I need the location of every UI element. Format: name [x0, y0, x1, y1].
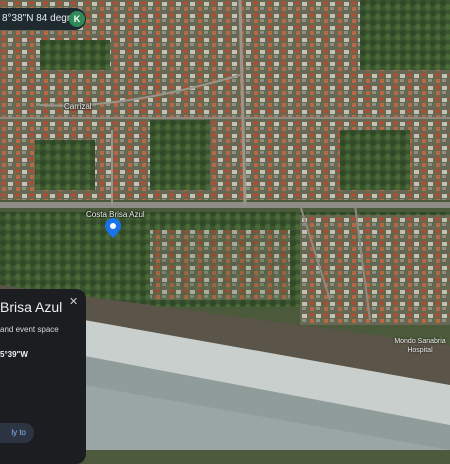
fly-to-button[interactable]: ly to — [0, 423, 34, 443]
account-avatar[interactable]: K — [69, 11, 85, 27]
place-title: Brisa Azul — [0, 299, 63, 315]
place-coordinates: 5°39"W — [0, 350, 28, 359]
place-info-panel: Brisa Azul ✕ and event space 5°39"W ly t… — [0, 289, 86, 464]
location-pin-icon[interactable] — [105, 218, 121, 238]
poi-label: Mondo Sanabria Hospital — [394, 338, 446, 354]
coordinates-text: 8°38"N 84 degr — [2, 13, 71, 24]
settlement-label: Carrizal — [64, 102, 92, 111]
close-icon[interactable]: ✕ — [69, 297, 79, 308]
place-description: and event space — [0, 325, 59, 334]
